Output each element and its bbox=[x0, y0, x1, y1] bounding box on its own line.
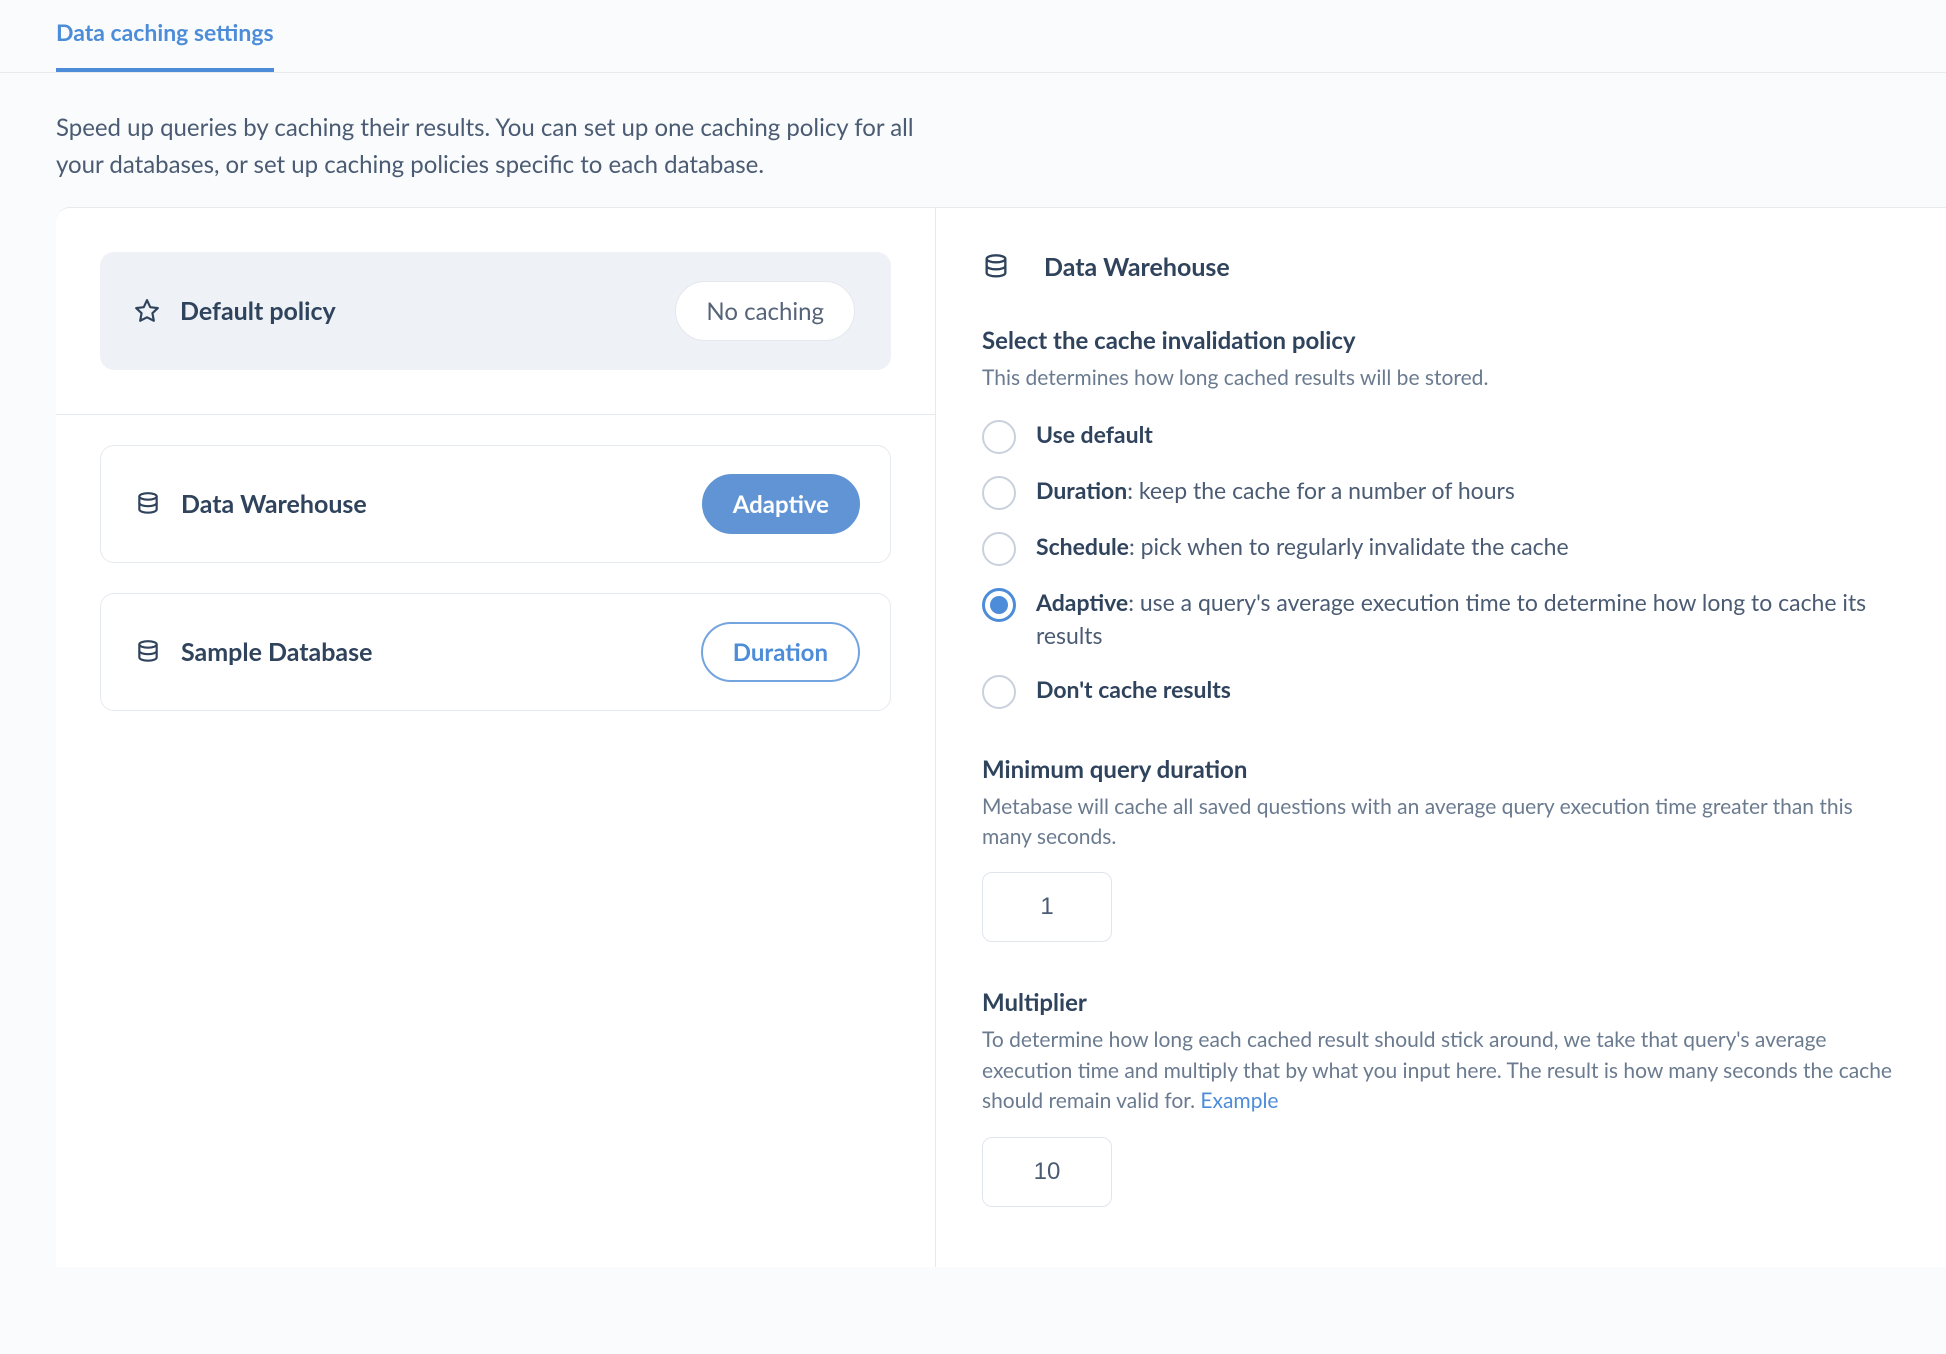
db-badge-duration: Duration bbox=[701, 622, 860, 682]
database-icon bbox=[135, 639, 161, 665]
database-icon bbox=[982, 253, 1010, 281]
radio-icon bbox=[982, 588, 1016, 622]
intro-text: Speed up queries by caching their result… bbox=[0, 73, 1000, 207]
policy-list: Default policy No caching Data Warehouse… bbox=[56, 208, 936, 1266]
detail-header: Data Warehouse bbox=[982, 252, 1900, 282]
db-name: Sample Database bbox=[181, 637, 372, 667]
multiplier-example-link[interactable]: Example bbox=[1200, 1088, 1278, 1113]
invalidation-radio-group: Use default Duration: keep the cache for… bbox=[982, 418, 1900, 709]
radio-icon bbox=[982, 420, 1016, 454]
min-duration-sub: Metabase will cache all saved questions … bbox=[982, 792, 1900, 853]
star-icon bbox=[134, 298, 160, 324]
invalidation-heading: Select the cache invalidation policy bbox=[982, 326, 1900, 355]
min-duration-heading: Minimum query duration bbox=[982, 755, 1900, 784]
tab-bar: Data caching settings bbox=[0, 0, 1946, 73]
db-card-sample-database[interactable]: Sample Database Duration bbox=[100, 593, 891, 711]
detail-title: Data Warehouse bbox=[1044, 252, 1230, 282]
multiplier-sub: To determine how long each cached result… bbox=[982, 1025, 1900, 1116]
multiplier-input[interactable] bbox=[982, 1137, 1112, 1207]
tab-data-caching-settings[interactable]: Data caching settings bbox=[56, 18, 274, 72]
default-policy-label: Default policy bbox=[180, 296, 336, 326]
min-duration-input[interactable] bbox=[982, 872, 1112, 942]
radio-icon bbox=[982, 675, 1016, 709]
default-policy-badge: No caching bbox=[675, 281, 855, 341]
database-icon bbox=[135, 491, 161, 517]
radio-dont-cache[interactable]: Don't cache results bbox=[982, 673, 1900, 709]
db-card-data-warehouse[interactable]: Data Warehouse Adaptive bbox=[100, 445, 891, 563]
db-name: Data Warehouse bbox=[181, 489, 367, 519]
db-badge-adaptive: Adaptive bbox=[702, 474, 860, 534]
radio-icon bbox=[982, 532, 1016, 566]
invalidation-sub: This determines how long cached results … bbox=[982, 363, 1900, 393]
multiplier-heading: Multiplier bbox=[982, 988, 1900, 1017]
radio-adaptive[interactable]: Adaptive: use a query's average executio… bbox=[982, 586, 1900, 653]
radio-schedule[interactable]: Schedule: pick when to regularly invalid… bbox=[982, 530, 1900, 566]
default-policy-card[interactable]: Default policy No caching bbox=[100, 252, 891, 370]
detail-pane: Data Warehouse Select the cache invalida… bbox=[936, 208, 1946, 1266]
radio-use-default[interactable]: Use default bbox=[982, 418, 1900, 454]
radio-icon bbox=[982, 476, 1016, 510]
radio-duration[interactable]: Duration: keep the cache for a number of… bbox=[982, 474, 1900, 510]
